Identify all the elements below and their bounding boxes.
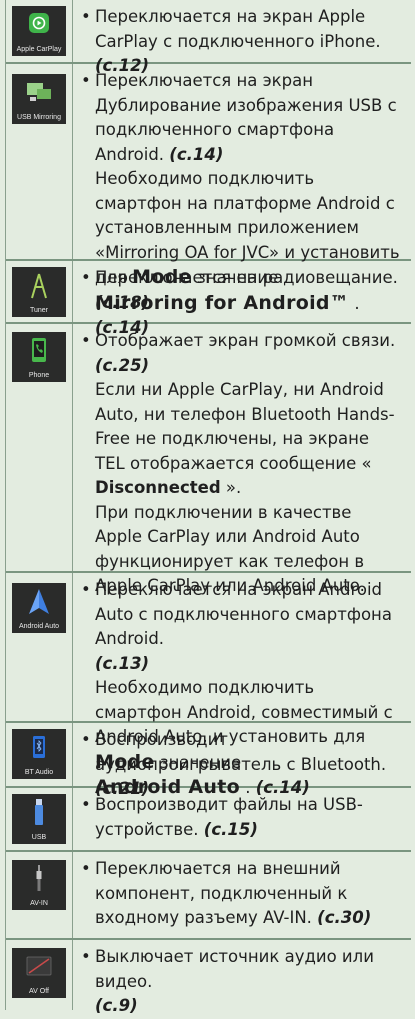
icon-label: AV-IN xyxy=(30,900,48,907)
table-row: AV Off • Выключает источник аудио или вид… xyxy=(6,940,411,1015)
bt-audio-icon[interactable]: BT Audio xyxy=(12,729,66,779)
icon-label: Phone xyxy=(28,372,50,379)
icon-label: AV Off xyxy=(29,988,49,995)
row-text: Воспроизводит аудиопроигрыватель с Bluet… xyxy=(95,730,387,774)
page-ref: (c.13) xyxy=(95,653,150,673)
icon-label: Apple CarPlay xyxy=(16,46,62,53)
table-row: Android Auto • Переключается на экран And… xyxy=(6,573,411,798)
android-auto-icon[interactable]: Android Auto xyxy=(12,583,66,633)
page-ref: (c.25) xyxy=(95,355,150,375)
usb-icon[interactable]: USB xyxy=(12,794,66,844)
row-text: Переключается на экран Дублирование изоб… xyxy=(95,71,397,164)
table-row: Phone • Отображает экран громкой связи. (c… xyxy=(6,324,411,595)
table-row: AV-IN • Переключается на внешний компонен… xyxy=(6,852,411,940)
av-off-icon[interactable]: AV Off xyxy=(12,948,66,998)
table-row: Apple CarPlay • Переключается на экран Ap… xyxy=(6,0,411,75)
table-row: USB Mirroring • Переключается на экран Ду… xyxy=(6,64,411,337)
row-text: Переключается на экран Apple CarPlay с п… xyxy=(95,7,381,51)
row-text: Переключается на внешний компонент, подк… xyxy=(95,859,348,927)
page-ref: (c.18) xyxy=(95,292,150,312)
page-ref: (c.14) xyxy=(169,144,224,164)
status-message: Disconnected xyxy=(95,478,221,497)
usb-mirroring-icon[interactable]: USB Mirroring xyxy=(12,74,66,124)
tuner-icon[interactable]: Tuner xyxy=(12,267,66,317)
source-table: Apple CarPlay • Переключается на экран Ap… xyxy=(5,0,411,1015)
row-text: Переключается на экран Android Auto с по… xyxy=(95,580,392,648)
av-in-icon[interactable]: AV-IN xyxy=(12,860,66,910)
icon-label: USB xyxy=(31,834,47,841)
table-row: Tuner • Переключается на радиовещание. (c.… xyxy=(6,261,411,324)
row-text: Выключает источник аудио или видео. xyxy=(95,947,374,991)
icon-label: Tuner xyxy=(29,307,49,314)
row-text: Переключается на радиовещание. xyxy=(95,268,398,287)
table-row: BT Audio • Воспроизводит аудиопроигрывате… xyxy=(6,723,411,798)
phone-icon[interactable]: Phone xyxy=(12,332,66,382)
page-ref: (c.30) xyxy=(317,908,372,927)
row-extra-text: Если ни Apple CarPlay, ни Android Auto, … xyxy=(95,380,395,473)
table-row: USB • Воспроизводит файлы на USB-устройст… xyxy=(6,788,411,852)
icon-label: Android Auto xyxy=(18,623,60,630)
icon-label: USB Mirroring xyxy=(17,114,61,121)
page-ref: (c.9) xyxy=(95,996,138,1015)
row-text: Отображает экран громкой связи. xyxy=(95,331,396,350)
page-ref: (c.15) xyxy=(203,819,258,839)
icon-label: BT Audio xyxy=(24,769,54,776)
carplay-icon[interactable]: Apple CarPlay xyxy=(12,6,66,56)
